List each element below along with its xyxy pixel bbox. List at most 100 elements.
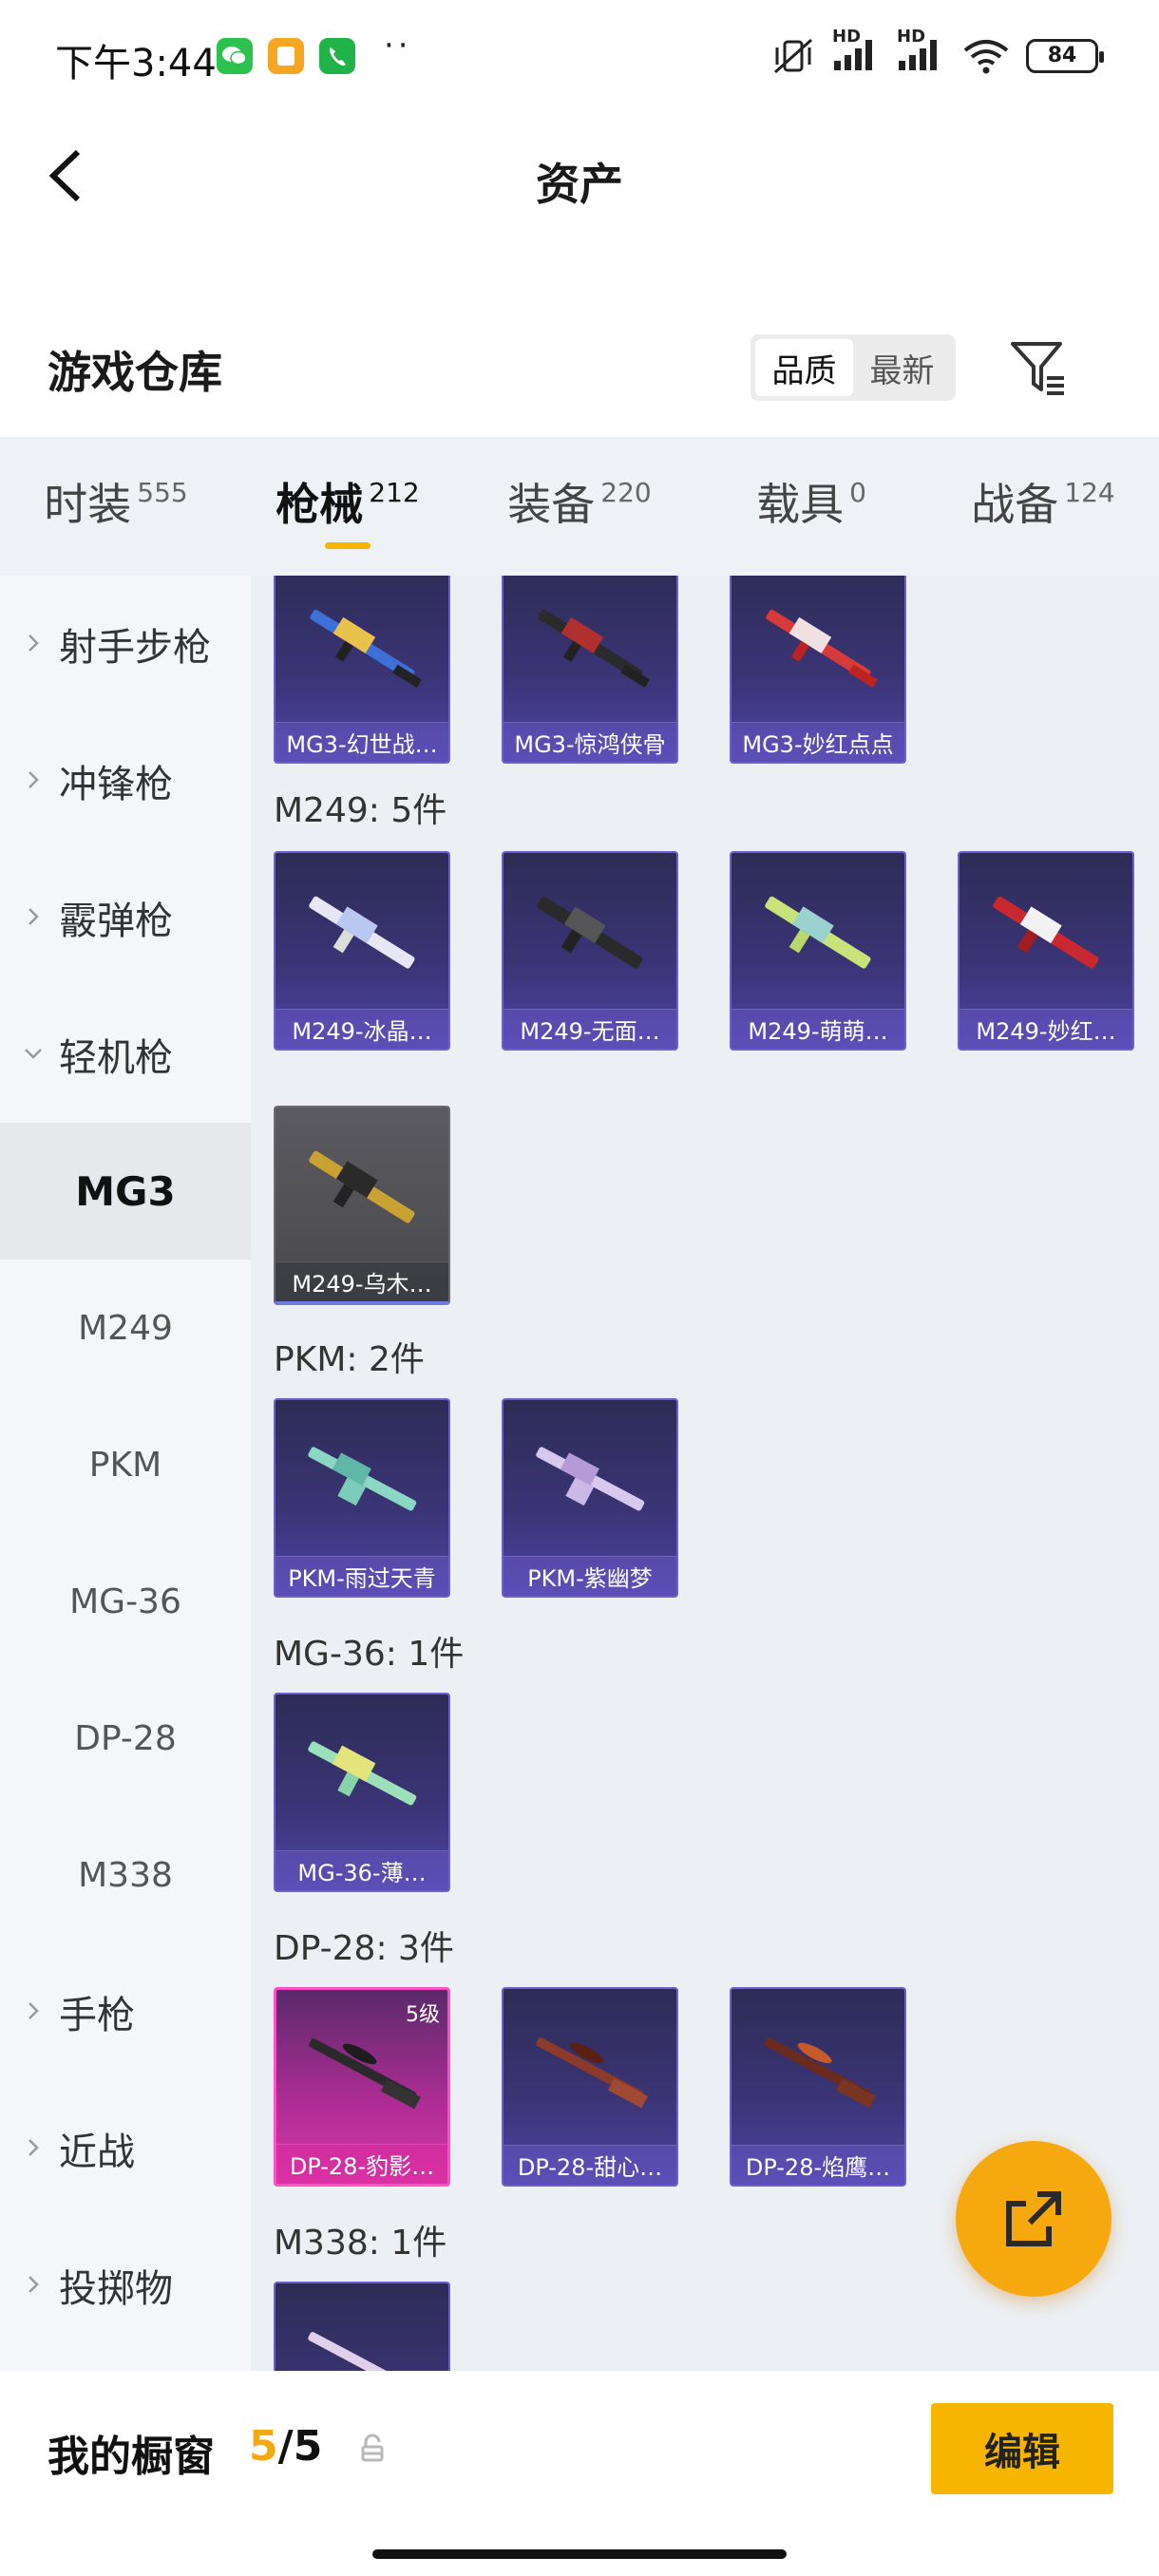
chevron-down-icon <box>25 1049 42 1059</box>
status-bar: 下午3:44 ·· HD HD 84 <box>0 0 1159 114</box>
group-label-dp28: DP-28: 3件 <box>274 1929 454 1968</box>
vibrate-mute-icon <box>773 38 813 73</box>
weapon-name: MG3-幻世战… <box>276 722 448 762</box>
sidebar-item-melee[interactable]: 近战 <box>0 2080 251 2217</box>
sidebar-item-smg[interactable]: 冲锋枪 <box>0 712 251 849</box>
sidebar-item-mg36[interactable]: MG-36 <box>0 1533 251 1670</box>
page-title: 资产 <box>536 159 623 210</box>
weapon-name: MG3-妙红点点 <box>732 722 904 762</box>
home-indicator[interactable] <box>372 2549 787 2559</box>
lmg-gun-icon <box>536 1447 645 1511</box>
weapon-card[interactable]: DP-28-焰鹰… <box>730 1987 906 2187</box>
sidebar-item-m338[interactable]: M338 <box>0 1807 251 1943</box>
edit-button[interactable]: 编辑 <box>931 2403 1113 2494</box>
signal-1: HD <box>832 27 882 77</box>
weapon-type-sidebar: 射手步枪 冲锋枪 霰弹枪 轻机枪 MG3 M249 PKM MG-36 DP-2… <box>0 576 251 2371</box>
weapon-name: M249-无面… <box>504 1009 676 1049</box>
nav-bar: 资产 <box>0 114 1159 237</box>
weapon-name: MG3-惊鸿侠骨 <box>504 722 676 762</box>
status-time: 下午3:44 <box>55 42 217 85</box>
weapon-card[interactable]: MG3-惊鸿侠骨 <box>502 576 678 764</box>
active-tab-indicator <box>325 542 370 549</box>
sidebar-item-pistol[interactable]: 手枪 <box>0 1943 251 2080</box>
warehouse-title: 游戏仓库 <box>48 347 222 398</box>
lmg-gun-icon <box>308 2332 416 2371</box>
lmg-gun-icon <box>536 2037 648 2109</box>
sidebar-item-m249[interactable]: M249 <box>0 1260 251 1396</box>
wechat-icon <box>217 38 253 74</box>
warehouse-header: 游戏仓库 品质 最新 <box>0 313 1159 418</box>
lmg-gun-icon <box>537 896 643 969</box>
weapon-name: MG-36-薄… <box>276 1850 448 1890</box>
group-label-m338: M338: 1件 <box>274 2224 447 2263</box>
weapon-grid: MG3-幻世战… MG3-惊鸿侠骨 MG3-妙红点点 M249: 5件 M249… <box>251 576 1159 2371</box>
showcase-count: 5/5 <box>249 2422 323 2471</box>
phone-app-icon <box>319 38 355 74</box>
weapon-card[interactable]: M249-萌萌… <box>730 851 906 1051</box>
weapon-name: DP-28-豹影… <box>276 2144 447 2184</box>
chevron-right-icon <box>28 908 39 925</box>
weapon-name: PKM-雨过天青 <box>276 1556 448 1596</box>
weapon-card[interactable]: M249-乌木… <box>274 1106 450 1305</box>
lmg-gun-icon <box>308 1741 417 1806</box>
sort-quality[interactable]: 品质 <box>755 339 853 396</box>
lock-icon <box>361 2434 384 2462</box>
sidebar-item-marksman-rifle[interactable]: 射手步枪 <box>0 576 251 712</box>
weapon-name: PKM-紫幽梦 <box>504 1556 676 1596</box>
chevron-right-icon <box>28 2276 39 2293</box>
weapon-card[interactable]: M249-冰晶… <box>274 851 450 1051</box>
weapon-name: M249-妙红… <box>960 1009 1132 1049</box>
sidebar-item-pkm[interactable]: PKM <box>0 1396 251 1533</box>
group-label-mg36: MG-36: 1件 <box>274 1635 465 1674</box>
sidebar-item-dp28[interactable]: DP-28 <box>0 1670 251 1807</box>
tab-equipment[interactable]: 装备 220 <box>464 437 695 576</box>
signal-2: HD <box>897 27 946 77</box>
status-more-dots: ·· <box>384 27 412 65</box>
lmg-gun-icon <box>993 896 1099 969</box>
weapon-card[interactable]: MG3-幻世战… <box>274 576 450 764</box>
chevron-right-icon <box>28 2002 39 2019</box>
wifi-icon <box>963 39 1009 73</box>
lmg-gun-icon <box>766 609 878 689</box>
sidebar-item-lmg[interactable]: 轻机枪 <box>0 986 251 1123</box>
weapon-card[interactable]: 5级 DP-28-豹影… <box>274 1987 450 2187</box>
weapon-card[interactable]: M249-妙红… <box>958 851 1134 1051</box>
lmg-gun-icon <box>538 609 650 689</box>
battery-indicator: 84 <box>1026 38 1104 73</box>
filter-icon[interactable] <box>1007 336 1070 399</box>
export-button[interactable] <box>956 2141 1112 2297</box>
weapon-card[interactable]: M249-无面… <box>502 851 678 1051</box>
weapon-name: M249-乌木… <box>276 1261 448 1301</box>
weapon-card[interactable]: PKM-雨过天青 <box>274 1398 450 1598</box>
status-indicators: HD HD 84 <box>770 27 1104 77</box>
weapon-name: DP-28-甜心… <box>504 2145 676 2185</box>
weapon-card[interactable] <box>274 2282 450 2371</box>
weapon-name: M249-萌萌… <box>732 1009 904 1049</box>
sort-toggle: 品质 最新 <box>750 334 956 401</box>
tab-fashion[interactable]: 时装 555 <box>0 437 232 576</box>
sidebar-item-shotgun[interactable]: 霰弹枪 <box>0 849 251 986</box>
external-link-icon <box>1006 2191 1061 2246</box>
weapon-card[interactable]: DP-28-甜心… <box>502 1987 678 2187</box>
sidebar-item-throwable[interactable]: 投掷物 <box>0 2217 251 2354</box>
showcase-bar: 我的橱窗 5/5 编辑 <box>0 2371 1159 2576</box>
lmg-gun-icon <box>309 2038 421 2110</box>
group-label-pkm: PKM: 2件 <box>274 1340 425 1379</box>
tab-firearms[interactable]: 枪械 212 <box>232 437 464 576</box>
weapon-name: M249-冰晶… <box>276 1009 448 1049</box>
lmg-gun-icon <box>765 896 871 969</box>
sidebar-item-mg3[interactable]: MG3 <box>0 1123 251 1260</box>
chevron-right-icon <box>28 2139 39 2156</box>
weapon-card[interactable]: MG3-妙红点点 <box>730 576 906 764</box>
tab-vehicles[interactable]: 载具 0 <box>695 437 927 576</box>
showcase-label: 我的橱窗 <box>48 2433 215 2481</box>
group-label-m249: M249: 5件 <box>274 791 447 830</box>
lmg-gun-icon <box>309 896 415 969</box>
tab-supplies[interactable]: 战备 124 <box>927 437 1159 576</box>
weapon-card[interactable]: MG-36-薄… <box>274 1693 450 1892</box>
lmg-gun-icon <box>764 2037 876 2109</box>
chevron-right-icon <box>28 771 39 788</box>
lmg-gun-icon <box>309 1150 415 1223</box>
sort-newest[interactable]: 最新 <box>853 339 951 396</box>
weapon-card[interactable]: PKM-紫幽梦 <box>502 1398 678 1598</box>
